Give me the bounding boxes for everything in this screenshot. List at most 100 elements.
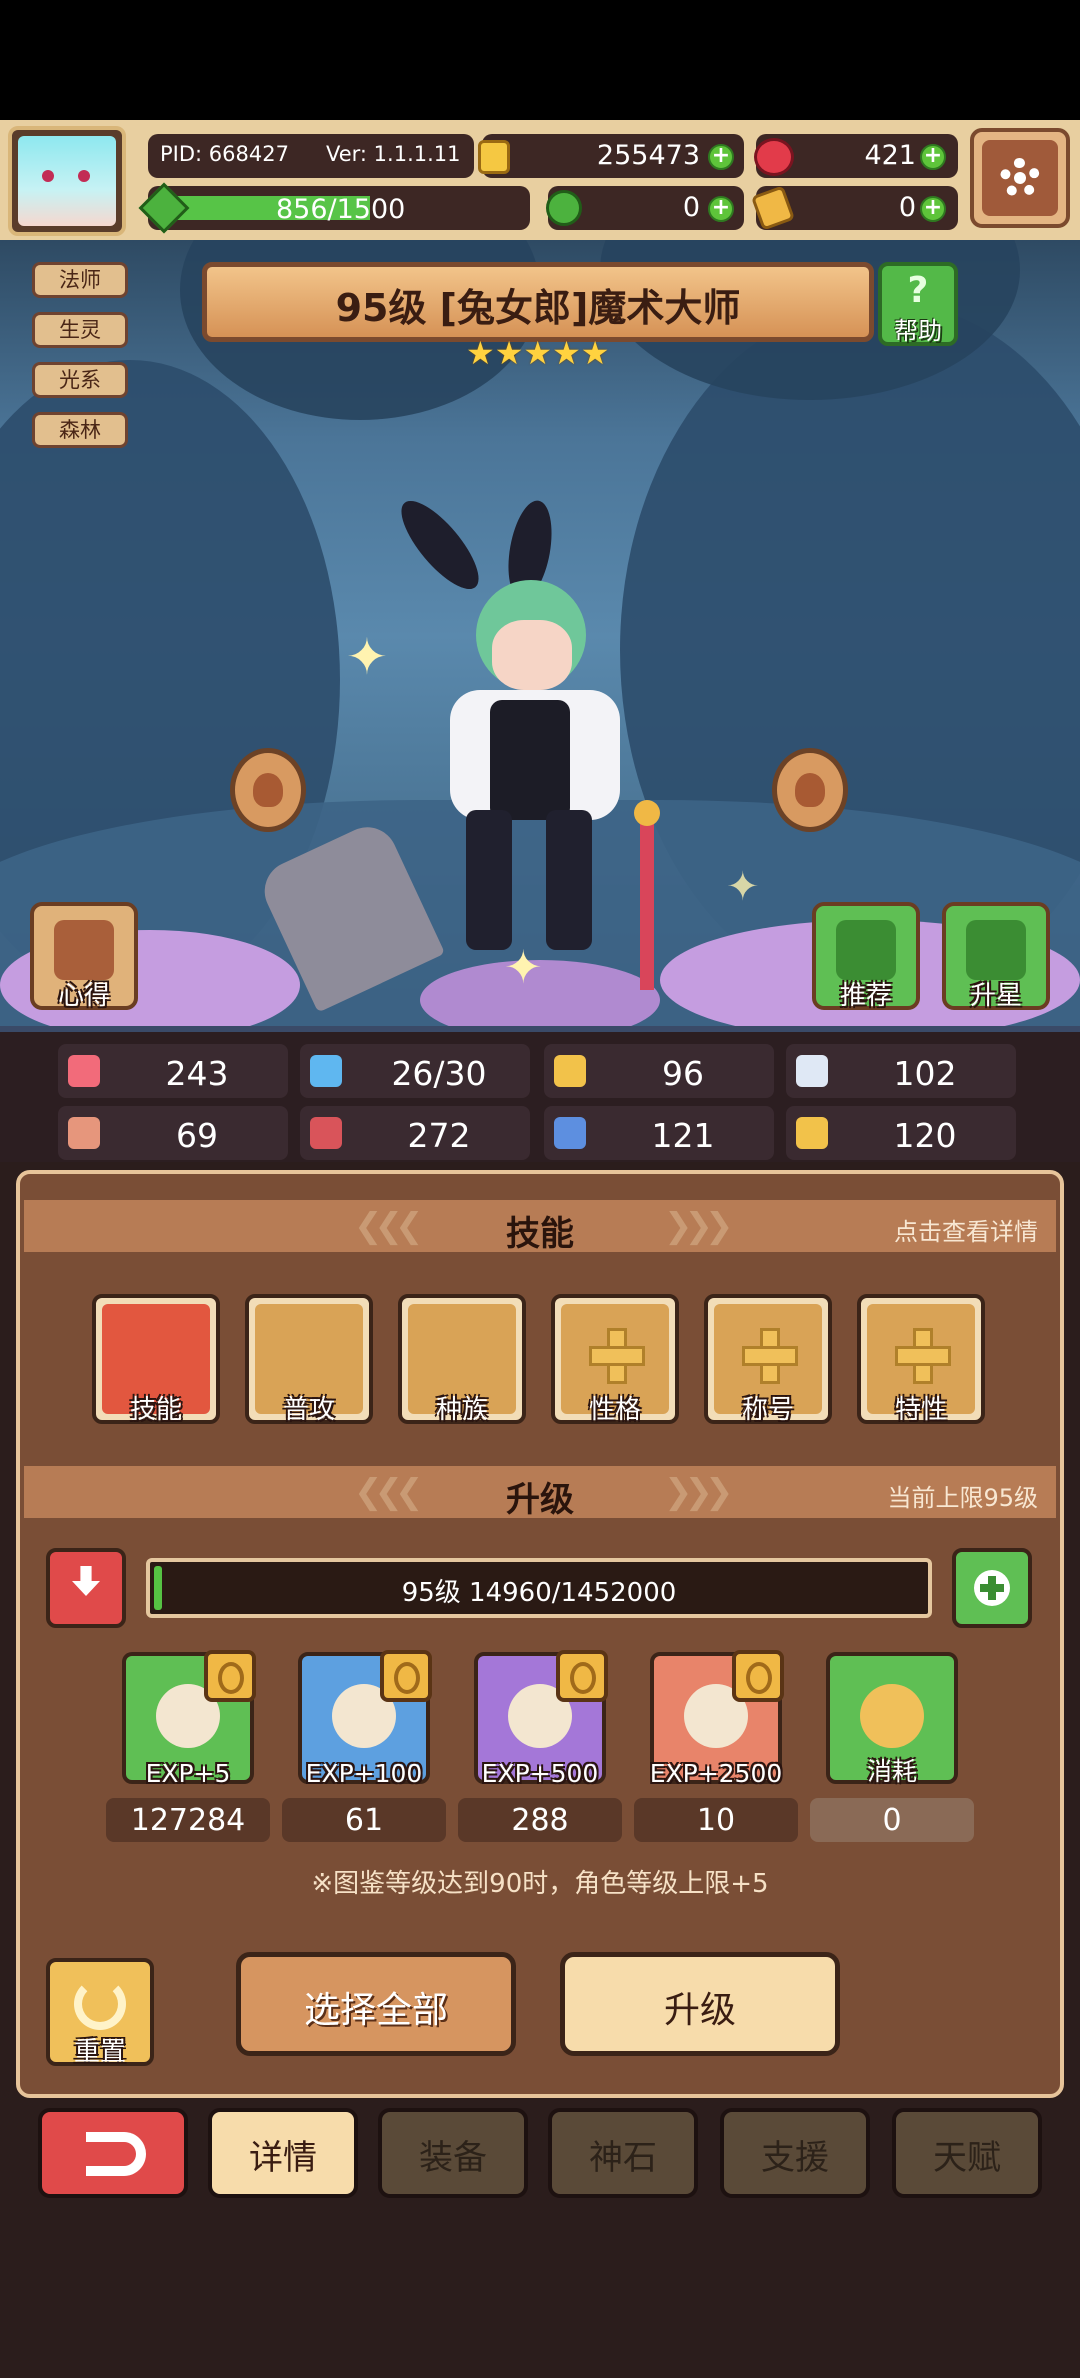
clover-amount: 0 bbox=[682, 192, 700, 223]
coin-icon bbox=[860, 1684, 924, 1748]
exp-bar: 95级 14960/1452000 bbox=[146, 1558, 932, 1618]
exp-item[interactable]: EXP+500 bbox=[474, 1650, 608, 1788]
tab-godstone-label: 神石 bbox=[589, 2138, 657, 2178]
exp-item-label: EXP+500 bbox=[481, 1759, 599, 1788]
habitat-tag: 森林 bbox=[32, 412, 128, 448]
stat-cell: 121 bbox=[544, 1106, 774, 1160]
star-up-button[interactable]: 升星 bbox=[942, 902, 1050, 1011]
exp-item-count: 288 bbox=[511, 1803, 569, 1838]
exp-item-count-box: 127284 bbox=[106, 1798, 270, 1842]
skill-button[interactable]: 技能 bbox=[92, 1294, 220, 1425]
exp-item[interactable]: EXP+2500 bbox=[650, 1650, 784, 1788]
view-details-link[interactable]: 点击查看详情 bbox=[894, 1212, 1038, 1247]
book-icon bbox=[310, 1117, 342, 1149]
refresh-icon bbox=[74, 1978, 126, 2030]
stat-value: 69 bbox=[176, 1116, 218, 1155]
select-all-label: 选择全部 bbox=[303, 1990, 448, 2031]
star-icon: ★ bbox=[523, 334, 553, 372]
exp-item-count-box: 10 bbox=[634, 1798, 798, 1842]
add-ticket-button[interactable]: + bbox=[920, 196, 946, 222]
coin-badge-icon bbox=[732, 1650, 784, 1702]
add-exp-button[interactable] bbox=[952, 1548, 1032, 1628]
tab-support[interactable]: 支援 bbox=[720, 2108, 870, 2198]
exp-item-count: 127284 bbox=[130, 1803, 246, 1838]
clover-icon bbox=[546, 190, 582, 226]
stat-cell: 272 bbox=[300, 1106, 530, 1160]
exp-item-count-box: 61 bbox=[282, 1798, 446, 1842]
tab-details[interactable]: 详情 bbox=[208, 2108, 358, 2198]
star-icon: ★ bbox=[552, 334, 581, 372]
settings-button[interactable] bbox=[970, 128, 1070, 228]
hero-title-banner: 95级 [兔女郎]魔术大师 bbox=[202, 262, 874, 342]
back-arrow-icon bbox=[86, 2132, 146, 2176]
tab-talent[interactable]: 天赋 bbox=[892, 2108, 1042, 2198]
gear-icon bbox=[1000, 158, 1040, 198]
heart-icon bbox=[68, 1055, 100, 1087]
race-tag: 生灵 bbox=[32, 312, 128, 348]
stat-value: 120 bbox=[893, 1116, 957, 1155]
stat-cell: 102 bbox=[786, 1044, 1016, 1098]
arrow-down-icon bbox=[72, 1566, 100, 1596]
upgrade-label: 升级 bbox=[663, 1990, 736, 2031]
skill-label: 种族 bbox=[435, 1395, 488, 1425]
notes-button[interactable]: 心得 bbox=[30, 902, 138, 1011]
notes-label: 心得 bbox=[57, 981, 110, 1011]
ticket-amount: 0 bbox=[898, 192, 916, 223]
add-gold-button[interactable]: + bbox=[708, 144, 734, 170]
sparkle-icon: ✦ bbox=[504, 940, 543, 994]
sparkle-icon: ✦ bbox=[726, 864, 760, 910]
level-cap-note: ※图鉴等级达到90时，角色等级上限+5 bbox=[311, 1869, 769, 1899]
reset-button[interactable]: 重置 bbox=[46, 1958, 154, 2067]
back-button[interactable] bbox=[38, 2108, 188, 2198]
personality-button[interactable]: 性格 bbox=[551, 1294, 679, 1425]
hero-character[interactable] bbox=[389, 490, 660, 990]
gold-coin-icon bbox=[478, 140, 510, 174]
pid-text: PID: 668427 bbox=[160, 142, 289, 166]
boot-icon bbox=[554, 1117, 586, 1149]
add-gem-button[interactable]: + bbox=[920, 144, 946, 170]
downgrade-button[interactable] bbox=[46, 1548, 126, 1628]
player-avatar[interactable] bbox=[8, 126, 126, 236]
trait-button[interactable]: 特性 bbox=[857, 1294, 985, 1425]
class-tag: 法师 bbox=[32, 262, 128, 298]
hero-title: 95级 [兔女郎]魔术大师 bbox=[335, 286, 741, 330]
title-button[interactable]: 称号 bbox=[704, 1294, 832, 1425]
exp-item[interactable]: EXP+5 bbox=[122, 1650, 256, 1788]
upgrade-button[interactable]: 升级 bbox=[560, 1952, 840, 2056]
exp-item-label: EXP+2500 bbox=[649, 1759, 783, 1788]
coin-badge-icon bbox=[204, 1650, 256, 1702]
exp-item[interactable]: 消耗 bbox=[826, 1652, 958, 1786]
gem-amount: 421 bbox=[864, 140, 916, 171]
tab-equipment[interactable]: 装备 bbox=[378, 2108, 528, 2198]
wing-icon bbox=[796, 1055, 828, 1087]
stat-cell: 96 bbox=[544, 1044, 774, 1098]
select-all-button[interactable]: 选择全部 bbox=[236, 1952, 516, 2056]
exp-item-count-box: 0 bbox=[810, 1798, 974, 1842]
exp-item-count: 0 bbox=[882, 1803, 902, 1838]
favor-icon-left[interactable] bbox=[230, 748, 306, 832]
basic-attack-button[interactable]: 普攻 bbox=[245, 1294, 373, 1425]
tab-equipment-label: 装备 bbox=[419, 2138, 487, 2178]
shield-icon bbox=[554, 1055, 586, 1087]
exp-item[interactable]: EXP+100 bbox=[298, 1650, 432, 1788]
plus-icon bbox=[742, 1328, 798, 1384]
level-cap-text: 当前上限95级 bbox=[887, 1484, 1038, 1512]
help-label: 帮助 bbox=[894, 317, 942, 345]
exp-text: 95级 14960/1452000 bbox=[401, 1578, 677, 1608]
plus-icon bbox=[974, 1570, 1010, 1606]
help-button[interactable]: ? 帮助 bbox=[878, 262, 958, 346]
star-icon bbox=[966, 920, 1026, 980]
question-icon: ? bbox=[907, 270, 929, 311]
favor-icon-right[interactable] bbox=[772, 748, 848, 832]
tab-details-label: 详情 bbox=[249, 2138, 317, 2178]
skill-label: 称号 bbox=[741, 1395, 794, 1425]
add-clover-button[interactable]: + bbox=[708, 196, 734, 222]
tab-godstone[interactable]: 神石 bbox=[548, 2108, 698, 2198]
stat-value: 26/30 bbox=[391, 1054, 487, 1093]
skill-label: 技能 bbox=[129, 1395, 182, 1425]
reset-label: 重置 bbox=[73, 2037, 126, 2067]
race-button[interactable]: 种族 bbox=[398, 1294, 526, 1425]
recommend-button[interactable]: 推荐 bbox=[812, 902, 920, 1011]
tab-talent-label: 天赋 bbox=[933, 2138, 1001, 2178]
thumbs-up-icon bbox=[836, 920, 896, 980]
